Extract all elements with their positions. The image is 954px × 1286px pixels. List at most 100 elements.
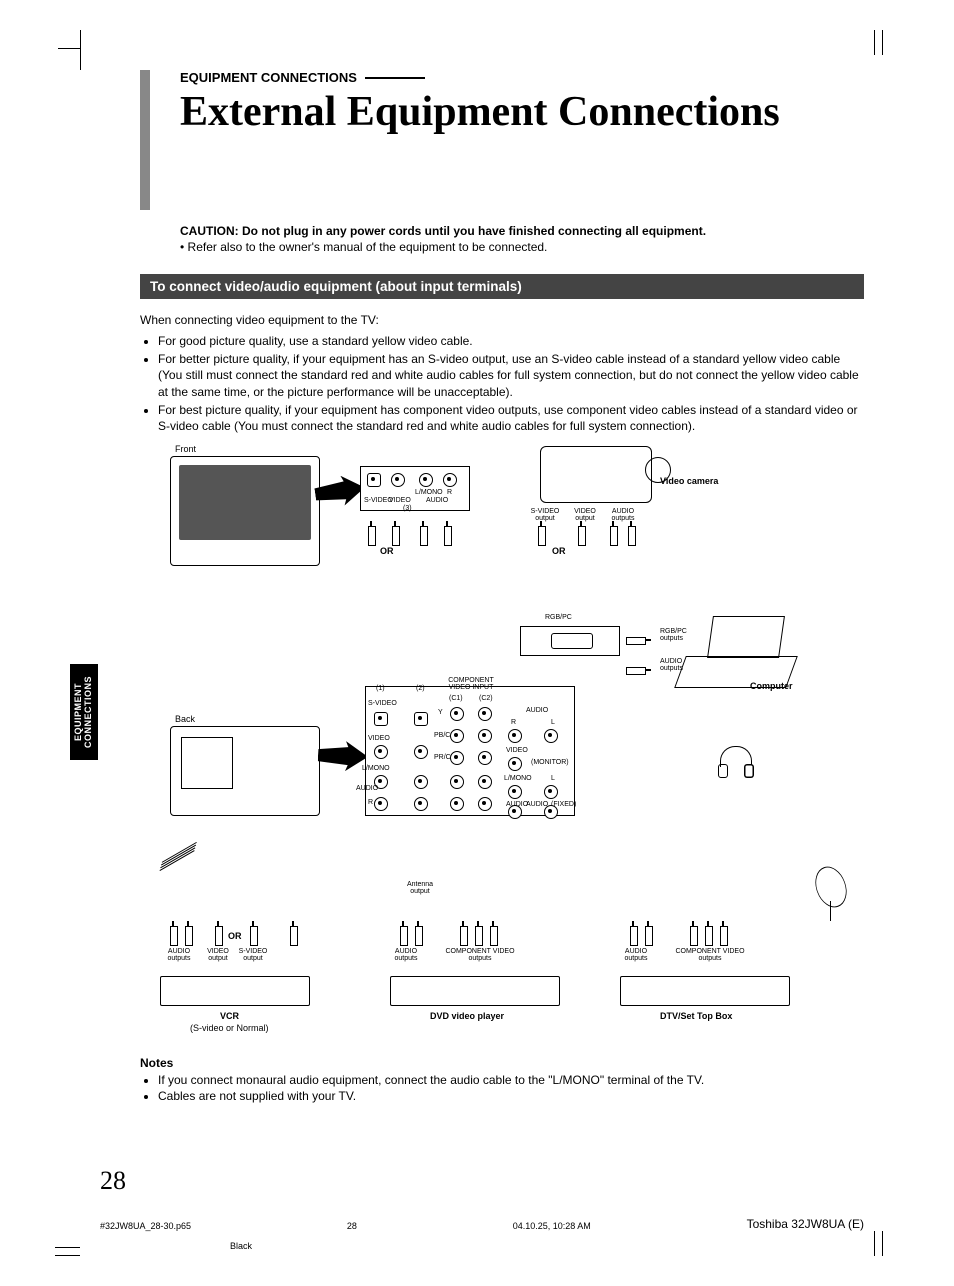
footer-page: 28 [347, 1221, 357, 1231]
plug-icon [290, 926, 298, 946]
front-input-panel: S-VIDEO VIDEO L/MONO R AUDIO (3) [360, 466, 470, 511]
video-jack-icon [391, 473, 405, 487]
plug-icon [368, 526, 376, 546]
component-input-label: COMPONENT VIDEO INPUT [446, 677, 496, 691]
note-item: Cables are not supplied with your TV. [158, 1088, 864, 1104]
notes-heading: Notes [140, 1056, 864, 1070]
crop-mark-tr [874, 30, 914, 70]
jack-icon [478, 797, 492, 811]
refer-text: Refer also to the owner's manual of the … [188, 240, 548, 254]
plug-icon [170, 926, 178, 946]
plug-icon [250, 926, 258, 946]
plug-icon [538, 526, 546, 546]
bullet-item: For best picture quality, if your equipm… [158, 402, 864, 434]
jack-icon [508, 729, 522, 743]
front-label: Front [175, 444, 196, 454]
video-output-label: VIDEO output [205, 948, 231, 962]
jack-icon [478, 707, 492, 721]
plug-icon [415, 926, 423, 946]
dvd-label: DVD video player [430, 1011, 504, 1021]
video-label: VIDEO [506, 747, 528, 754]
jack-icon [450, 775, 464, 789]
or-label: OR [228, 931, 242, 941]
stb-label: DTV/Set Top Box [660, 1011, 732, 1021]
footer-date: 04.10.25, 10:28 AM [513, 1221, 591, 1231]
plug-icon [490, 926, 498, 946]
connection-diagram: Front S-VIDEO VIDEO L/MONO R AUDIO (3) O… [160, 446, 860, 1046]
audio-outputs-label: AUDIO outputs [608, 508, 638, 522]
bullet-item: For better picture quality, if your equi… [158, 351, 864, 400]
plug-icon [400, 926, 408, 946]
svideo-output-label: S-VIDEO output [530, 508, 560, 522]
rgb-panel [520, 626, 620, 656]
laptop-icon [680, 616, 800, 691]
video-label: VIDEO [368, 735, 390, 742]
rgbpc-label: RGB/PC [545, 614, 572, 621]
footer: #32JW8UA_28-30.p65 28 04.10.25, 10:28 AM… [100, 1217, 864, 1231]
l-label: L [551, 719, 555, 726]
jack-icon [450, 707, 464, 721]
audio-label: AUDIO [356, 785, 378, 792]
vcr-icon [160, 976, 310, 1006]
jack-icon [544, 805, 558, 819]
section-heading: To connect video/audio equipment (about … [140, 274, 864, 299]
audio-l-jack-icon [419, 473, 433, 487]
audio-outputs-label: AUDIO outputs [165, 948, 193, 962]
page-title: External Equipment Connections [180, 89, 864, 135]
jack-icon [414, 775, 428, 789]
jack-icon [414, 745, 428, 759]
footer-file: #32JW8UA_28-30.p65 [100, 1221, 191, 1231]
antenna-output-label: Antenna output [400, 881, 440, 895]
video-camera-label: Video camera [660, 476, 718, 486]
plug-icon [444, 526, 452, 546]
jack-icon [374, 745, 388, 759]
plug-icon [626, 637, 646, 645]
jack-icon [414, 797, 428, 811]
vcr-label: VCR [220, 1011, 239, 1021]
audio-label: AUDIO [526, 707, 548, 714]
jack-icon [544, 729, 558, 743]
jack-icon [544, 785, 558, 799]
bullet-list: For good picture quality, use a standard… [140, 333, 864, 434]
arrow-icon [317, 740, 368, 772]
headphone-icon [720, 746, 760, 786]
page-number: 28 [100, 1166, 126, 1196]
r-label: R [447, 489, 452, 496]
l-label: L [551, 775, 555, 782]
jack-icon [478, 775, 492, 789]
plug-icon [185, 926, 193, 946]
lmono-label: L/MONO [504, 775, 532, 782]
crop-mark-bl [40, 1216, 80, 1256]
accent-bar [140, 70, 150, 210]
component-outputs-label: COMPONENT VIDEO outputs [440, 948, 520, 962]
eyebrow-rule [365, 77, 425, 79]
plug-icon [720, 926, 728, 946]
bullet-item: For good picture quality, use a standard… [158, 333, 864, 349]
or-label: OR [552, 546, 566, 556]
tv-back-icon [170, 726, 320, 816]
crop-mark-tl [40, 30, 81, 70]
jack-icon [450, 751, 464, 765]
svideo-output-label: S-VIDEO output [238, 948, 268, 962]
input3-label: (3) [403, 505, 412, 512]
lmono-label: L/MONO [362, 765, 390, 772]
jack-icon [450, 729, 464, 743]
vcr-sub-label: (S-video or Normal) [190, 1023, 269, 1033]
in1-label: (1) [376, 685, 385, 692]
c1-label: (C1) [449, 695, 463, 702]
audio-label: AUDIO [426, 497, 448, 504]
eyebrow: EQUIPMENT CONNECTIONS [180, 70, 357, 85]
computer-label: Computer [750, 681, 793, 691]
svideo-jack-icon [374, 712, 388, 726]
c2-label: (C2) [479, 695, 493, 702]
plug-icon [630, 926, 638, 946]
note-item: If you connect monaural audio equipment,… [158, 1072, 864, 1088]
plug-icon [610, 526, 618, 546]
plug-icon [690, 926, 698, 946]
audio-r-jack-icon [443, 473, 457, 487]
plug-icon [475, 926, 483, 946]
or-label: OR [380, 546, 394, 556]
notes-list: If you connect monaural audio equipment,… [140, 1072, 864, 1104]
side-tab-line1: EQUIPMENT [73, 683, 83, 741]
y-label: Y [438, 709, 443, 716]
